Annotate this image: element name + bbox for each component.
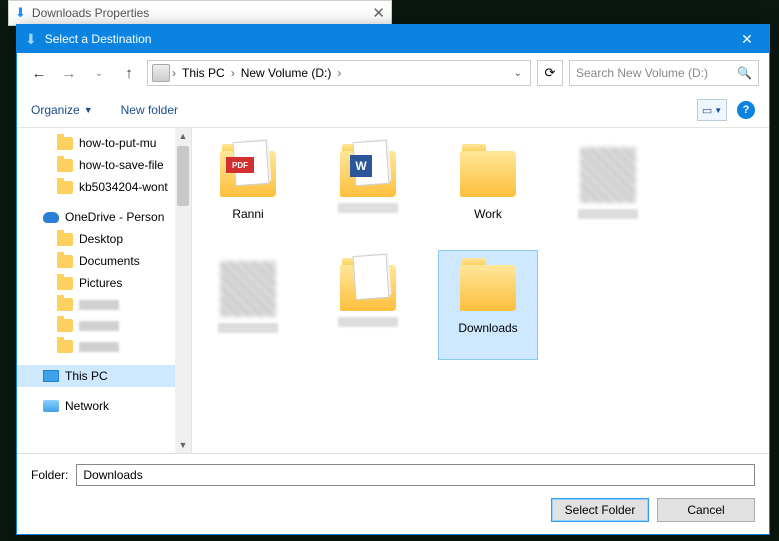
folder-obscured[interactable] bbox=[198, 250, 298, 360]
forward-button[interactable]: → bbox=[57, 61, 81, 85]
folder-icon bbox=[57, 340, 73, 353]
down-arrow-icon: ⬇ bbox=[25, 31, 37, 48]
file-pane[interactable]: PDF Ranni W Work bbox=[192, 128, 769, 453]
sidebar-folder-obscured[interactable] bbox=[17, 315, 191, 336]
folder-icon: W bbox=[340, 151, 396, 197]
scroll-down-icon[interactable]: ▼ bbox=[175, 437, 191, 453]
folder-label: Work bbox=[474, 207, 502, 221]
folder-icon bbox=[57, 137, 73, 150]
up-button[interactable]: ↑ bbox=[117, 61, 141, 85]
parent-window-title: Downloads Properties bbox=[32, 6, 149, 20]
scroll-up-icon[interactable]: ▲ bbox=[175, 128, 191, 144]
folder-label: Folder: bbox=[31, 468, 68, 482]
folder-icon bbox=[57, 319, 73, 332]
crumb-this-pc[interactable]: This PC bbox=[178, 66, 229, 80]
search-input[interactable]: Search New Volume (D:) 🔍 bbox=[569, 60, 759, 86]
onedrive-icon bbox=[43, 212, 59, 223]
parent-close-icon[interactable]: ✕ bbox=[372, 4, 385, 22]
navigation-row: ← → ⌄ ↑ › This PC › New Volume (D:) › ⌄ … bbox=[17, 53, 769, 93]
address-bar[interactable]: › This PC › New Volume (D:) › ⌄ bbox=[147, 60, 531, 86]
sidebar-this-pc[interactable]: This PC bbox=[17, 365, 191, 387]
thumbnail-obscured bbox=[220, 261, 276, 317]
new-folder-button[interactable]: New folder bbox=[121, 103, 178, 117]
cancel-button[interactable]: Cancel bbox=[657, 498, 755, 522]
refresh-button[interactable]: ⟳ bbox=[537, 60, 563, 86]
select-folder-button[interactable]: Select Folder bbox=[551, 498, 649, 522]
sidebar-folder[interactable]: kb5034204-wont bbox=[17, 176, 191, 198]
select-destination-dialog: ⬇ Select a Destination ✕ ← → ⌄ ↑ › This … bbox=[16, 24, 770, 535]
close-button[interactable]: ✕ bbox=[725, 25, 769, 53]
folder-label: Ranni bbox=[232, 207, 263, 221]
dialog-titlebar: ⬇ Select a Destination ✕ bbox=[17, 25, 769, 53]
word-icon: W bbox=[350, 155, 372, 177]
folder-label-obscured bbox=[578, 209, 638, 219]
network-icon bbox=[43, 400, 59, 412]
navigation-sidebar: how-to-put-mu how-to-save-file kb5034204… bbox=[17, 128, 192, 453]
folder-icon: PDF bbox=[220, 151, 276, 197]
folder-icon bbox=[340, 265, 396, 311]
folder-label: Downloads bbox=[458, 321, 517, 335]
folder-icon bbox=[57, 159, 73, 172]
dialog-footer: Folder: Select Folder Cancel bbox=[17, 453, 769, 534]
folder-icon bbox=[460, 265, 516, 311]
recent-locations-button[interactable]: ⌄ bbox=[87, 61, 111, 85]
folder-obscured[interactable] bbox=[558, 136, 658, 246]
sidebar-folder-obscured[interactable] bbox=[17, 294, 191, 315]
crumb-drive[interactable]: New Volume (D:) bbox=[237, 66, 336, 80]
folder-ranni[interactable]: PDF Ranni bbox=[198, 136, 298, 246]
folder-label-obscured bbox=[218, 323, 278, 333]
organize-menu[interactable]: Organize ▼ bbox=[31, 103, 93, 117]
search-icon[interactable]: 🔍 bbox=[737, 66, 752, 80]
drive-icon bbox=[152, 64, 170, 82]
folder-label-obscured bbox=[338, 203, 398, 213]
back-button[interactable]: ← bbox=[27, 61, 51, 85]
chevron-right-icon[interactable]: › bbox=[337, 66, 341, 80]
sidebar-scrollbar[interactable]: ▲ ▼ bbox=[175, 128, 191, 453]
sidebar-onedrive-desktop[interactable]: Desktop bbox=[17, 228, 191, 250]
folder-icon bbox=[460, 151, 516, 197]
folder-obscured[interactable] bbox=[318, 250, 418, 360]
sidebar-onedrive-pictures[interactable]: Pictures bbox=[17, 272, 191, 294]
address-dropdown-icon[interactable]: ⌄ bbox=[510, 68, 526, 79]
view-options-button[interactable]: ▭ ▼ bbox=[697, 99, 727, 121]
folder-downloads[interactable]: Downloads bbox=[438, 250, 538, 360]
folder-icon bbox=[57, 298, 73, 311]
dialog-body: how-to-put-mu how-to-save-file kb5034204… bbox=[17, 127, 769, 453]
sidebar-folder[interactable]: how-to-put-mu bbox=[17, 132, 191, 154]
folder-work[interactable]: Work bbox=[438, 136, 538, 246]
pdf-icon: PDF bbox=[226, 157, 254, 173]
help-button[interactable]: ? bbox=[737, 101, 755, 119]
sidebar-folder[interactable]: how-to-save-file bbox=[17, 154, 191, 176]
chevron-down-icon: ▼ bbox=[84, 105, 93, 115]
folder-icon bbox=[57, 277, 73, 290]
folder-icon bbox=[57, 255, 73, 268]
sidebar-network[interactable]: Network bbox=[17, 395, 191, 417]
toolbar: Organize ▼ New folder ▭ ▼ ? bbox=[17, 93, 769, 127]
folder-label-obscured bbox=[338, 317, 398, 327]
pc-icon bbox=[43, 370, 59, 382]
down-arrow-icon: ⬇ bbox=[15, 5, 26, 21]
folder-obscured[interactable]: W bbox=[318, 136, 418, 246]
chevron-right-icon[interactable]: › bbox=[231, 66, 235, 80]
folder-icon bbox=[57, 233, 73, 246]
sidebar-folder-obscured[interactable] bbox=[17, 336, 191, 357]
sidebar-onedrive-documents[interactable]: Documents bbox=[17, 250, 191, 272]
search-placeholder: Search New Volume (D:) bbox=[576, 66, 708, 80]
parent-window-titlebar: ⬇ Downloads Properties ✕ bbox=[8, 0, 392, 26]
folder-icon bbox=[57, 181, 73, 194]
chevron-right-icon[interactable]: › bbox=[172, 66, 176, 80]
folder-name-input[interactable] bbox=[76, 464, 755, 486]
thumbnail-obscured bbox=[580, 147, 636, 203]
scroll-thumb[interactable] bbox=[177, 146, 189, 206]
sidebar-onedrive[interactable]: OneDrive - Person bbox=[17, 206, 191, 228]
dialog-title: Select a Destination bbox=[45, 32, 152, 46]
